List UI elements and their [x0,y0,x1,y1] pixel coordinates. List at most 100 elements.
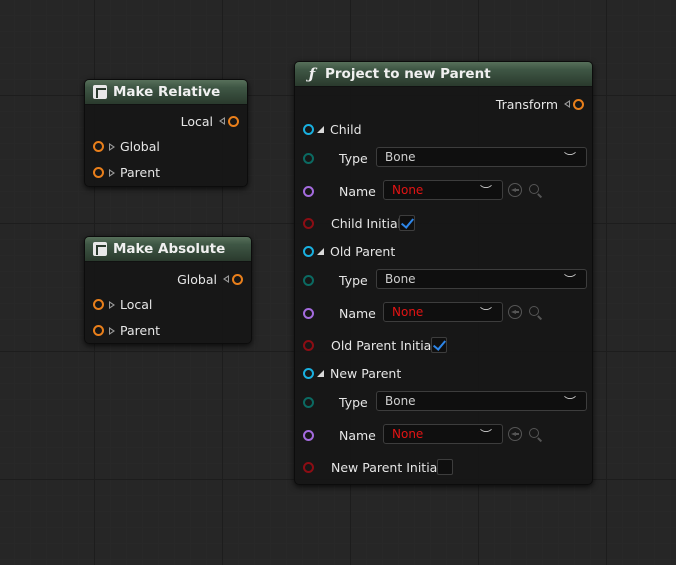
use-selected-arrow-icon[interactable] [508,427,522,441]
check-icon [432,337,447,351]
initial-label: Child Initial [331,215,402,231]
name-value: None [392,183,424,197]
input-pin-row[interactable]: Local [93,294,152,314]
initial-label: Old Parent Initial [331,337,435,353]
node-title: Make Relative [113,84,221,100]
input-pin-row[interactable]: Global [93,136,160,156]
transform-pin-icon[interactable] [93,140,104,152]
transform-pin-icon[interactable] [93,166,104,178]
function-icon: ƒ [308,65,316,83]
chevron-down-icon: ︶ [479,428,492,442]
group-row-child[interactable]: Child [303,119,362,139]
bool-pin-icon[interactable] [303,461,314,473]
name-value: None [392,305,424,319]
initial-row[interactable]: Child Initial [303,213,401,233]
check-icon [400,215,415,229]
name-dropdown[interactable]: None ︶ [383,302,503,322]
child-initial-checkbox[interactable] [399,215,415,231]
type-dropdown[interactable]: Bone ︶ [376,269,587,289]
type-value: Bone [385,150,416,164]
type-label: Type [339,272,368,288]
search-icon[interactable] [529,306,539,316]
use-selected-arrow-icon[interactable] [508,305,522,319]
project-header[interactable]: ƒ Project to new Parent [295,62,592,87]
bool-pin-icon[interactable] [303,217,314,229]
name-dropdown[interactable]: None ︶ [383,180,503,200]
make-absolute-node[interactable]: Make Absolute Global Local Parent [84,236,252,344]
output-pin-row[interactable]: Local [181,111,239,131]
name-label: Name [339,183,376,199]
collapse-arrow-icon[interactable] [317,125,324,133]
transform-pin-icon[interactable] [232,273,243,285]
name-row[interactable]: Name [303,181,376,201]
name-label: Name [339,305,376,321]
input-pin-row[interactable]: Parent [93,320,160,340]
initial-row[interactable]: Old Parent Initial [303,335,435,355]
struct-pin-icon[interactable] [303,123,314,135]
type-value: Bone [385,394,416,408]
type-label: Type [339,394,368,410]
enum-pin-icon[interactable] [303,396,314,408]
project-to-new-parent-node[interactable]: ƒ Project to new Parent Transform Child … [294,61,593,485]
transform-pin-icon[interactable] [228,115,239,127]
search-icon[interactable] [529,428,539,438]
pin-arrow-icon [219,117,225,125]
enum-pin-icon[interactable] [303,274,314,286]
type-label: Type [339,150,368,166]
pin-label: Local [180,113,213,129]
transform-pin-icon[interactable] [93,298,104,310]
new-parent-initial-checkbox[interactable] [437,459,453,475]
chevron-down-icon: ︶ [563,273,576,287]
type-row[interactable]: Type [303,392,368,412]
chevron-down-icon: ︶ [479,306,492,320]
expand-arrow-icon[interactable] [109,326,115,335]
node-title: Project to new Parent [325,66,491,82]
struct-pin-icon[interactable] [303,367,314,379]
type-dropdown[interactable]: Bone ︶ [376,147,587,167]
use-selected-arrow-icon[interactable] [508,183,522,197]
struct-pin-icon[interactable] [303,245,314,257]
pin-label: Global [177,271,217,287]
name-pin-icon[interactable] [303,429,314,441]
chevron-down-icon: ︶ [479,184,492,198]
name-dropdown[interactable]: None ︶ [383,424,503,444]
name-pin-icon[interactable] [303,307,314,319]
pin-arrow-icon [223,275,229,283]
type-dropdown[interactable]: Bone ︶ [376,391,587,411]
group-row-old-parent[interactable]: Old Parent [303,241,395,261]
transform-pin-icon[interactable] [93,324,104,336]
make-absolute-header[interactable]: Make Absolute [85,237,251,262]
pure-function-icon [93,85,107,99]
make-relative-header[interactable]: Make Relative [85,80,247,105]
group-label: Child [330,121,362,137]
bool-pin-icon[interactable] [303,339,314,351]
name-pin-icon[interactable] [303,185,314,197]
old-parent-initial-checkbox[interactable] [431,337,447,353]
pin-arrow-icon [564,100,570,108]
type-row[interactable]: Type [303,270,368,290]
pure-function-icon [93,242,107,256]
name-row[interactable]: Name [303,303,376,323]
transform-pin-icon[interactable] [573,98,584,110]
collapse-arrow-icon[interactable] [317,247,324,255]
expand-arrow-icon[interactable] [109,300,115,309]
expand-arrow-icon[interactable] [109,142,115,151]
name-row[interactable]: Name [303,425,376,445]
chevron-down-icon: ︶ [563,151,576,165]
enum-pin-icon[interactable] [303,152,314,164]
collapse-arrow-icon[interactable] [317,369,324,377]
make-relative-node[interactable]: Make Relative Local Global Parent [84,79,248,187]
pin-label: Global [120,138,160,154]
initial-row[interactable]: New Parent Initial [303,457,441,477]
input-pin-row[interactable]: Parent [93,162,160,182]
type-row[interactable]: Type [303,148,368,168]
group-label: Old Parent [330,243,396,259]
group-row-new-parent[interactable]: New Parent [303,363,401,383]
initial-label: New Parent Initial [331,459,441,475]
name-value: None [392,427,424,441]
output-pin-row[interactable]: Global [177,269,243,289]
expand-arrow-icon[interactable] [109,168,115,177]
search-icon[interactable] [529,184,539,194]
type-value: Bone [385,272,416,286]
output-pin-row[interactable]: Transform [496,94,584,114]
